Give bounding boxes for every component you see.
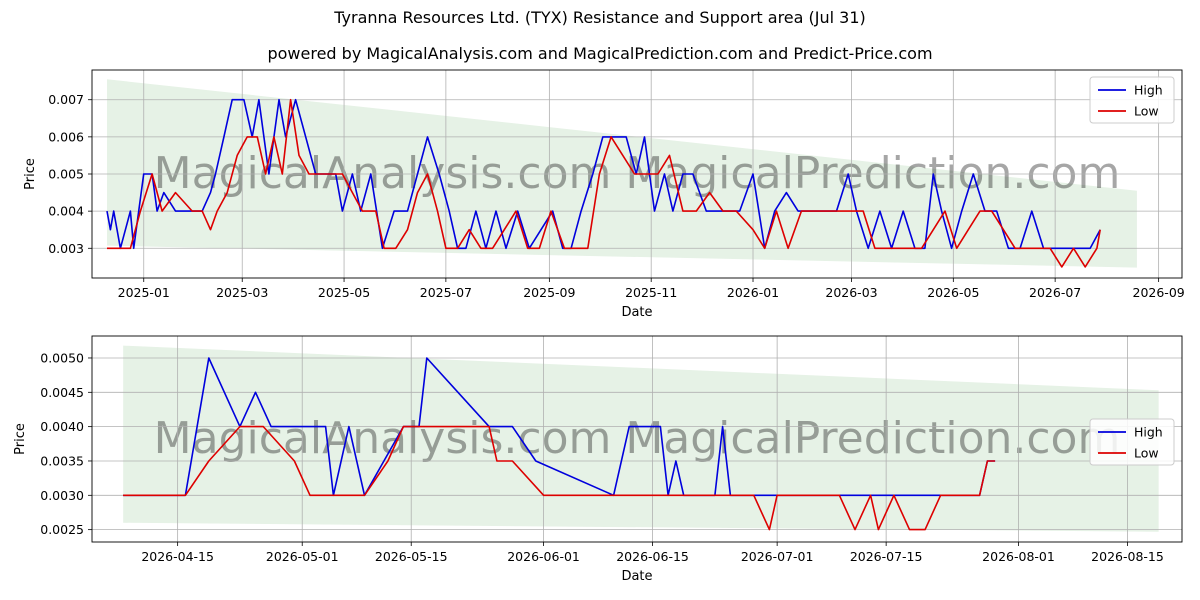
x-tick-label: 2026-04-15 (141, 549, 214, 564)
y-axis-label: Price (13, 423, 28, 455)
x-tick-label: 2026-07-15 (850, 549, 923, 564)
y-axis-label: Price (23, 158, 38, 190)
x-tick-label: 2025-01 (118, 285, 170, 300)
y-tick-label: 0.007 (48, 92, 84, 107)
y-tick-label: 0.005 (48, 167, 84, 182)
y-tick-label: 0.003 (48, 241, 84, 256)
chart-panel-bottom: MagicalAnalysis.com MagicalPrediction.co… (13, 335, 1183, 584)
chart-panel-top: MagicalAnalysis.com MagicalPrediction.co… (23, 69, 1185, 320)
legend-label-low: Low (1134, 104, 1159, 119)
x-tick-label: 2026-07-01 (741, 549, 814, 564)
x-tick-label: 2026-06-15 (616, 549, 689, 564)
x-tick-label: 2025-07 (420, 285, 472, 300)
y-tick-label: 0.0035 (40, 453, 84, 468)
x-tick-label: 2026-07 (1029, 285, 1081, 300)
y-tick-label: 0.004 (48, 204, 84, 219)
y-tick-label: 0.0030 (40, 488, 84, 503)
legend-label-low: Low (1134, 446, 1159, 461)
x-tick-label: 2025-05 (318, 285, 370, 300)
x-tick-label: 2026-09 (1133, 285, 1185, 300)
x-tick-label: 2025-11 (625, 285, 677, 300)
y-tick-label: 0.0050 (40, 350, 84, 365)
x-axis-label: Date (621, 569, 652, 584)
legend: High Low (1089, 76, 1175, 124)
watermark-text: MagicalAnalysis.com MagicalPrediction.co… (154, 413, 1121, 464)
x-tick-label: 2026-05-15 (375, 549, 448, 564)
x-tick-label: 2026-03 (825, 285, 877, 300)
y-tick-label: 0.0025 (40, 522, 84, 537)
x-tick-label: 2026-06-01 (507, 549, 580, 564)
legend-label-high: High (1134, 425, 1163, 440)
legend-label-high: High (1134, 83, 1163, 98)
x-tick-label: 2026-05-01 (266, 549, 339, 564)
y-tick-label: 0.0040 (40, 419, 84, 434)
x-tick-label: 2026-08-15 (1091, 549, 1164, 564)
y-tick-label: 0.006 (48, 129, 84, 144)
x-tick-label: 2026-05 (927, 285, 979, 300)
legend: High Low (1089, 418, 1175, 466)
x-axis-label: Date (621, 305, 652, 320)
chart-figure: MagicalAnalysis.com MagicalPrediction.co… (13, 69, 1185, 584)
x-tick-label: 2025-09 (523, 285, 575, 300)
y-tick-label: 0.0045 (40, 385, 84, 400)
x-tick-label: 2026-08-01 (982, 549, 1055, 564)
x-tick-label: 2026-01 (727, 285, 779, 300)
x-tick-label: 2025-03 (216, 285, 268, 300)
